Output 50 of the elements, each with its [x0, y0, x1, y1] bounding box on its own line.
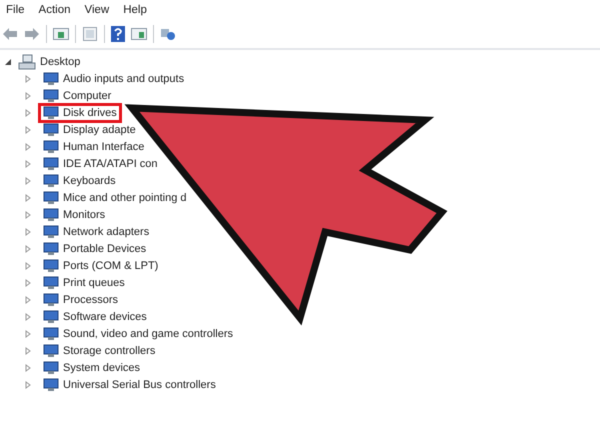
device-icon: [43, 122, 59, 136]
back-icon[interactable]: [2, 27, 18, 41]
tree-item[interactable]: Monitors: [63, 208, 106, 220]
tree-item[interactable]: Network adapters: [63, 226, 150, 238]
tree-item[interactable]: Human Interface: [63, 140, 144, 152]
device-icon: [43, 106, 59, 120]
tree-item[interactable]: Portable Devices: [63, 242, 146, 254]
menu-item[interactable]: View: [84, 4, 110, 16]
tree-item[interactable]: Processors: [63, 294, 118, 306]
tree-item[interactable]: Display adapte: [63, 124, 136, 136]
device-icon: [43, 88, 59, 102]
device-icon: [43, 190, 59, 204]
forward-icon[interactable]: [24, 27, 40, 41]
tree-item[interactable]: Software devices: [63, 310, 147, 322]
tree-item[interactable]: Audio inputs and outputs: [63, 72, 184, 84]
tree-item[interactable]: Computer: [63, 90, 112, 102]
device-icon: [43, 72, 59, 86]
tree-item[interactable]: IDE ATA/ATAPI con: [63, 158, 158, 170]
computer-icon: [18, 54, 36, 70]
device-icon: [43, 208, 59, 222]
tree-item[interactable]: Universal Serial Bus controllers: [63, 378, 216, 390]
tree-item[interactable]: Disk drives: [63, 106, 117, 118]
help-icon[interactable]: [111, 26, 125, 42]
device-icon: [43, 360, 59, 374]
device-icon: [43, 140, 59, 154]
tree-item[interactable]: System devices: [63, 362, 140, 374]
device-icon: [43, 174, 59, 188]
expand-arrow-icon[interactable]: [4, 58, 14, 66]
tree-item[interactable]: Sound, video and game controllers: [63, 328, 233, 340]
device-icon: [43, 242, 59, 256]
panel-icon[interactable]: [131, 27, 147, 41]
panel-icon[interactable]: [53, 27, 69, 41]
device-icon: [43, 276, 59, 290]
device-icon: [43, 378, 59, 392]
device-icon: [43, 310, 59, 324]
tree-item[interactable]: Storage controllers: [63, 344, 156, 356]
menu-item[interactable]: Help: [123, 4, 147, 16]
device-icon: [43, 292, 59, 306]
tree-item[interactable]: Ports (COM & LPT): [63, 260, 158, 272]
device-icon: [43, 326, 59, 340]
tree-item[interactable]: Keyboards: [63, 174, 116, 186]
tree-item[interactable]: Desktop: [40, 56, 80, 68]
device-icon: [43, 156, 59, 170]
device-icon: [43, 258, 59, 272]
device-icon: [43, 344, 59, 358]
device-icon: [43, 224, 59, 238]
tree-item[interactable]: Print queues: [63, 276, 125, 288]
tree-item[interactable]: Mice and other pointing d: [63, 192, 187, 204]
menu-item[interactable]: File: [6, 4, 25, 16]
menu-item[interactable]: Action: [38, 4, 70, 16]
